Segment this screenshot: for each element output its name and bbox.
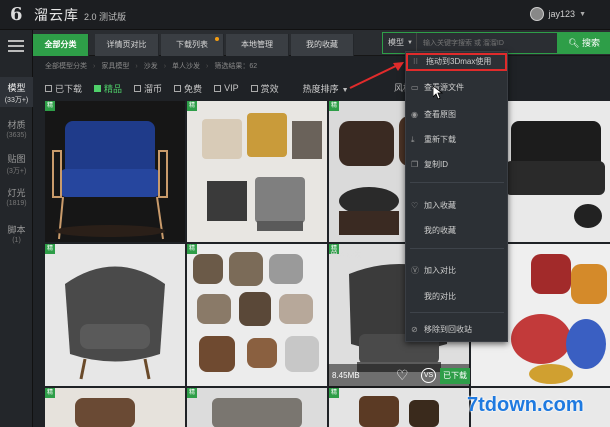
search-type-select[interactable]: 模型 ▼ [383, 33, 417, 53]
search-button[interactable]: 🔍︎ 搜索 [558, 32, 610, 54]
app-version: 2.0 测试版 [84, 11, 127, 22]
model-thumbnail[interactable]: 精 [45, 388, 185, 427]
sort-dropdown[interactable]: 热度排序 ▼ [303, 82, 349, 95]
left-sidebar: 模型 (33万+) 材质 (3635) 贴图 (3万+) 灯光 (1819) 脚… [0, 30, 33, 427]
sidebar-item-lights[interactable]: 灯光 (1819) [0, 186, 33, 214]
breadcrumb-item[interactable]: 全部模型分类 [45, 58, 87, 76]
menu-divider [410, 312, 504, 313]
premium-tag: 精 [329, 388, 339, 398]
avatar[interactable] [529, 7, 544, 21]
user-menu[interactable]: jay123 ▼ [529, 7, 586, 21]
premium-tag: 精 [187, 244, 197, 254]
menu-item-drag-to-3dmax[interactable]: ⁝⁝ 拖动到3Dmax使用 [406, 53, 507, 71]
filter-vip[interactable]: VIP [214, 83, 239, 93]
menu-item-redownload[interactable]: ⤓ 重新下载 [406, 131, 507, 149]
chevron-down-icon: ▼ [341, 86, 349, 94]
model-thumbnail[interactable]: 精 [187, 388, 327, 427]
premium-tag: 精 [329, 101, 339, 111]
tab-download-list[interactable]: 下载列表 [161, 34, 224, 56]
sidebar-item-textures[interactable]: 贴图 (3万+) [0, 152, 33, 180]
menu-item-add-favorite[interactable]: ♡ 加入收藏 [406, 197, 507, 215]
sidebar-item-scripts[interactable]: 脚本 (1) [0, 223, 33, 251]
menu-item-copy-id[interactable]: ❐ 复制ID [406, 156, 507, 174]
notification-dot [215, 37, 219, 41]
context-menu: ⁝⁝ 拖动到3Dmax使用 ▭ 查看源文件 ◉ 查看原图 ⤓ 重新下载 ❐ 复制ID ♡ 加… [405, 51, 508, 342]
premium-tag: 精 [187, 101, 197, 111]
tab-detail-compare[interactable]: 详情页对比 [95, 34, 159, 56]
heart-icon: ♡ [411, 201, 419, 210]
blue-armchair-image [45, 101, 185, 242]
model-thumbnail[interactable]: 精 [329, 388, 469, 427]
sofa-variants-image [187, 244, 327, 386]
tab-download-list-label: 下载列表 [176, 40, 208, 49]
tab-all-categories[interactable]: 全部分类 [33, 34, 89, 56]
username[interactable]: jay123 [549, 9, 576, 19]
filter-free[interactable]: 免费 [174, 82, 202, 95]
downloaded-button[interactable]: 已下载 [440, 368, 470, 384]
model-thumbnail[interactable]: 精 [187, 244, 327, 386]
chevron-down-icon[interactable]: ▼ [579, 11, 586, 18]
model-thumbnail[interactable]: 精 [45, 101, 185, 242]
compare-button[interactable]: VS [421, 368, 436, 383]
menu-item-view-source[interactable]: ▭ 查看源文件 [406, 79, 507, 97]
tab-local-manage[interactable]: 本地管理 [226, 34, 289, 56]
menu-item-view-original[interactable]: ◉ 查看原图 [406, 106, 507, 124]
eye-icon: ◉ [411, 110, 418, 119]
model-thumbnail[interactable]: 精 [45, 244, 185, 386]
premium-tag: 精 [45, 101, 55, 111]
filter-coins[interactable]: 溜币 [134, 82, 162, 95]
menu-item-move-to-trash[interactable]: ⊘ 移除到回收站 [406, 321, 507, 339]
app-name: 溜云库 [34, 6, 79, 23]
hamburger-menu-icon[interactable] [8, 40, 24, 52]
breadcrumb-item[interactable]: 单人沙发 [172, 58, 200, 76]
watermark: 7tdown.com [467, 394, 584, 416]
mouse-cursor-icon [433, 86, 443, 100]
sidebar-item-materials[interactable]: 材质 (3635) [0, 118, 33, 146]
menu-divider [410, 182, 504, 183]
filter-premium[interactable]: 精品 [94, 82, 122, 95]
thumbnail-actions: 8.45MB ♡ VS 已下载 [328, 364, 470, 388]
premium-tag: 精 [187, 388, 197, 398]
result-count: 筛选结果：62 [214, 63, 258, 70]
download-icon: ⤓ [411, 135, 415, 144]
model-thumbnail[interactable]: 精 [187, 101, 327, 242]
search-input[interactable] [417, 33, 557, 53]
menu-item-my-favorites[interactable]: 我的收藏 [406, 222, 507, 240]
breadcrumb-item[interactable]: 沙发 [144, 58, 158, 76]
filter-render[interactable]: 赏效 [250, 82, 279, 95]
title-bar: 6 溜云库 2.0 测试版 jay123 ▼ [0, 0, 610, 30]
premium-tag: 精 [45, 244, 55, 254]
copy-icon: ❐ [411, 160, 419, 169]
sidebar-item-models[interactable]: 模型 (33万+) [0, 77, 33, 107]
file-size: 8.45MB [332, 371, 360, 380]
gray-armchair-image [45, 244, 185, 386]
search-icon: 🔍︎ [568, 38, 580, 48]
menu-item-add-compare[interactable]: Ⓥ 加入对比 [406, 262, 507, 280]
chevron-down-icon: ▼ [407, 40, 413, 46]
heart-icon[interactable]: ♡ [396, 367, 409, 384]
breadcrumb-item[interactable]: 家具模型 [101, 58, 129, 76]
premium-tag: 精 [45, 388, 55, 398]
chairs-set-image [187, 101, 327, 242]
vs-icon: Ⓥ [411, 266, 419, 275]
drag-icon: ⁝⁝ [413, 57, 419, 66]
tab-my-favorites[interactable]: 我的收藏 [291, 34, 354, 56]
menu-divider [410, 248, 504, 249]
menu-item-my-compare[interactable]: 我的对比 [406, 288, 507, 306]
filter-downloaded[interactable]: 已下载 [45, 82, 82, 95]
folder-icon: ▭ [411, 83, 419, 92]
breadcrumb: 全部模型分类 › 家具模型 › 沙发 › 单人沙发 › 筛选结果：62 [45, 58, 257, 76]
trash-icon: ⊘ [411, 325, 418, 334]
hover-category-label: 单人沙发 [330, 250, 362, 259]
app-logo: 6 [10, 3, 23, 25]
